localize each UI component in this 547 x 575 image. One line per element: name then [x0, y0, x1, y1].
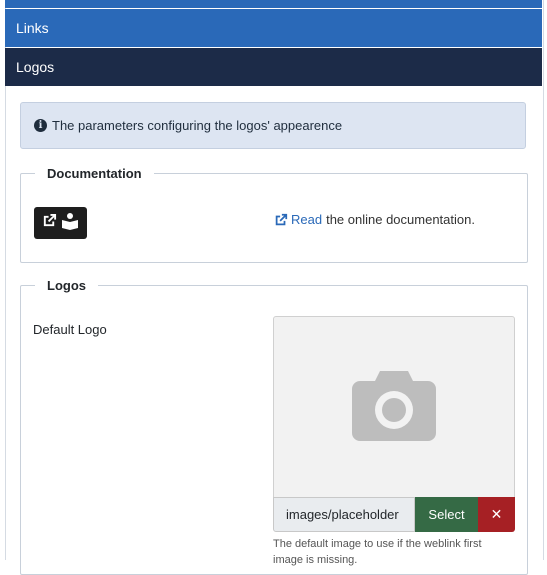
tab-logos-label: Logos — [16, 59, 55, 75]
alert-text: The parameters configuring the logos' ap… — [52, 118, 343, 133]
camera-icon — [352, 369, 436, 446]
read-documentation-link[interactable]: Read — [291, 212, 322, 227]
logos-legend: Logos — [35, 278, 98, 293]
documentation-fieldset: Documentation Read the online documentat… — [20, 166, 528, 263]
documentation-link-suffix: the online documentation. — [326, 212, 475, 227]
documentation-badge[interactable] — [34, 207, 87, 239]
default-logo-label: Default Logo — [33, 322, 107, 337]
image-preview[interactable] — [273, 316, 515, 498]
external-link-icon — [274, 213, 288, 227]
previous-panel-edge — [5, 0, 542, 8]
external-link-icon — [42, 213, 57, 233]
logos-fieldset: Logos Default Logo Select ✕ The default … — [20, 278, 528, 575]
clear-image-button[interactable]: ✕ — [478, 497, 515, 532]
default-logo-help: The default image to use if the weblink … — [273, 538, 482, 566]
info-alert: i The parameters configuring the logos' … — [20, 102, 526, 149]
documentation-link-row: Read the online documentation. — [274, 212, 475, 227]
tab-links[interactable]: Links — [5, 9, 542, 47]
media-field-row: Select ✕ — [273, 497, 515, 532]
tab-logos[interactable]: Logos — [5, 48, 542, 86]
documentation-legend: Documentation — [35, 166, 154, 181]
info-icon: i — [34, 119, 47, 132]
close-icon: ✕ — [490, 506, 503, 523]
book-reader-icon — [61, 212, 79, 235]
select-image-button[interactable]: Select — [415, 497, 478, 532]
tab-links-label: Links — [16, 20, 49, 36]
media-path-input[interactable] — [273, 497, 415, 532]
